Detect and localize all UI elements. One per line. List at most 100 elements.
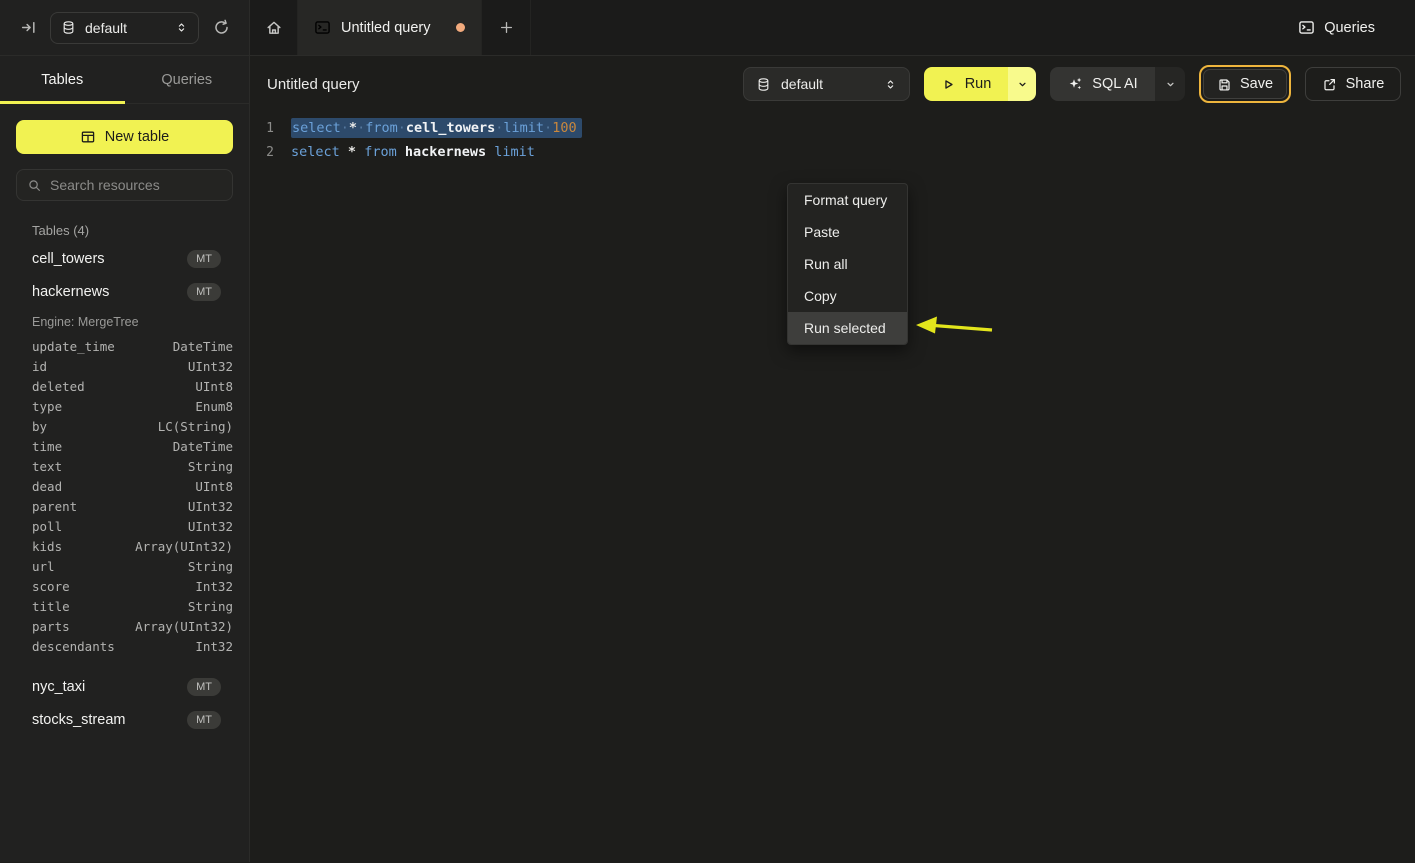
engine-badge: MT	[187, 711, 221, 729]
topbar-left: default	[0, 0, 250, 55]
column-name: type	[32, 399, 195, 414]
column-row: url String	[16, 556, 233, 576]
column-name: title	[32, 599, 188, 614]
table-row[interactable]: cell_towers MT	[16, 242, 233, 275]
sidebar-tab-queries[interactable]: Queries	[125, 56, 250, 103]
tab-strip: Untitled query Queries	[250, 0, 1415, 55]
column-row: time DateTime	[16, 436, 233, 456]
column-type: Array(UInt32)	[135, 619, 233, 634]
run-button[interactable]: Run	[924, 67, 1036, 101]
line-number: 2	[250, 145, 274, 160]
column-row: by LC(String)	[16, 416, 233, 436]
code-text: select * from hackernews limit	[291, 144, 543, 160]
database-icon	[756, 77, 771, 92]
run-button-main[interactable]: Run	[924, 67, 1008, 101]
column-type: String	[188, 459, 233, 474]
new-tab-button[interactable]	[481, 0, 531, 55]
refresh-button[interactable]	[209, 16, 233, 40]
collapse-sidebar-button[interactable]	[16, 16, 40, 40]
chevron-updown-icon	[884, 77, 897, 92]
column-row: text String	[16, 456, 233, 476]
engine-badge: MT	[187, 283, 221, 301]
column-type: LC(String)	[158, 419, 233, 434]
code-text: select·*·from·cell_towers·limit·100	[291, 118, 582, 138]
column-name: time	[32, 439, 173, 454]
queries-panel-label: Queries	[1324, 20, 1375, 36]
context-menu-item[interactable]: Paste	[788, 216, 907, 248]
share-icon	[1322, 77, 1337, 92]
column-row: dead UInt8	[16, 476, 233, 496]
column-name: score	[32, 579, 195, 594]
save-label: Save	[1240, 76, 1273, 92]
column-row: score Int32	[16, 576, 233, 596]
share-button[interactable]: Share	[1305, 67, 1401, 101]
engine-badge: MT	[187, 250, 221, 268]
code-line[interactable]: 1 select·*·from·cell_towers·limit·100	[250, 116, 1415, 140]
collapse-sidebar-icon	[20, 19, 37, 36]
new-table-button[interactable]: New table	[16, 120, 233, 154]
database-selector-value: default	[85, 20, 166, 36]
context-menu-item[interactable]: Copy	[788, 280, 907, 312]
column-type: DateTime	[173, 439, 233, 454]
column-name: deleted	[32, 379, 195, 394]
context-menu-item[interactable]: Run selected	[788, 312, 907, 344]
column-row: descendants Int32	[16, 636, 233, 656]
chevron-updown-icon	[175, 20, 188, 35]
new-table-label: New table	[105, 129, 169, 145]
column-name: text	[32, 459, 188, 474]
sidebar-tab-tables[interactable]: Tables	[0, 56, 125, 103]
table-engine-row: Engine: MergeTree	[16, 308, 233, 336]
query-database-selector[interactable]: default	[743, 67, 910, 101]
column-row: poll UInt32	[16, 516, 233, 536]
database-icon	[61, 20, 76, 35]
column-row: update_time DateTime	[16, 336, 233, 356]
table-name: hackernews	[32, 284, 187, 300]
sql-ai-main[interactable]: SQL AI	[1050, 67, 1155, 101]
column-row: parent UInt32	[16, 496, 233, 516]
column-type: Array(UInt32)	[135, 539, 233, 554]
sparkles-icon	[1067, 76, 1083, 92]
column-row: parts Array(UInt32)	[16, 616, 233, 636]
run-options-caret[interactable]	[1008, 67, 1036, 101]
search-box	[16, 169, 233, 201]
terminal-icon	[314, 19, 331, 36]
column-type: Int32	[195, 579, 233, 594]
topbar: default	[0, 0, 1415, 56]
table-row[interactable]: stocks_stream MT	[16, 703, 233, 736]
column-name: parent	[32, 499, 188, 514]
tab-untitled-query[interactable]: Untitled query	[298, 0, 481, 55]
column-name: update_time	[32, 339, 173, 354]
topbar-spacer	[531, 0, 1298, 55]
column-name: id	[32, 359, 188, 374]
table-row[interactable]: hackernews MT	[16, 275, 233, 308]
code-line[interactable]: 2 select * from hackernews limit	[250, 140, 1415, 164]
search-icon	[27, 178, 42, 193]
save-button-highlight-ring[interactable]: Save	[1199, 65, 1291, 103]
context-menu-item[interactable]: Format query	[788, 184, 907, 216]
context-menu-item[interactable]: Run all	[788, 248, 907, 280]
home-button[interactable]	[250, 0, 298, 55]
column-type: UInt32	[188, 519, 233, 534]
search-input[interactable]	[50, 177, 222, 193]
tables-section-label: Tables (4)	[32, 223, 233, 238]
query-toolbar: Untitled query default	[250, 56, 1415, 112]
sql-ai-button[interactable]: SQL AI	[1050, 67, 1185, 101]
play-icon	[941, 77, 956, 92]
column-name: poll	[32, 519, 188, 534]
column-type: String	[188, 599, 233, 614]
column-type: UInt8	[195, 379, 233, 394]
save-button[interactable]: Save	[1203, 69, 1287, 99]
tables-list: cell_towers MT hackernews MT Engine: Mer…	[16, 242, 233, 736]
database-selector[interactable]: default	[50, 12, 199, 44]
column-name: kids	[32, 539, 135, 554]
table-row[interactable]: nyc_taxi MT	[16, 670, 233, 703]
column-row: type Enum8	[16, 396, 233, 416]
column-name: dead	[32, 479, 195, 494]
queries-panel-button[interactable]: Queries	[1298, 0, 1375, 55]
sql-ai-label: SQL AI	[1092, 76, 1137, 92]
table-icon	[80, 129, 96, 145]
sidebar-content: New table Tables (4) cell_towers	[0, 104, 249, 736]
column-row: id UInt32	[16, 356, 233, 376]
sql-ai-caret[interactable]	[1155, 67, 1185, 101]
table-name: nyc_taxi	[32, 679, 187, 695]
